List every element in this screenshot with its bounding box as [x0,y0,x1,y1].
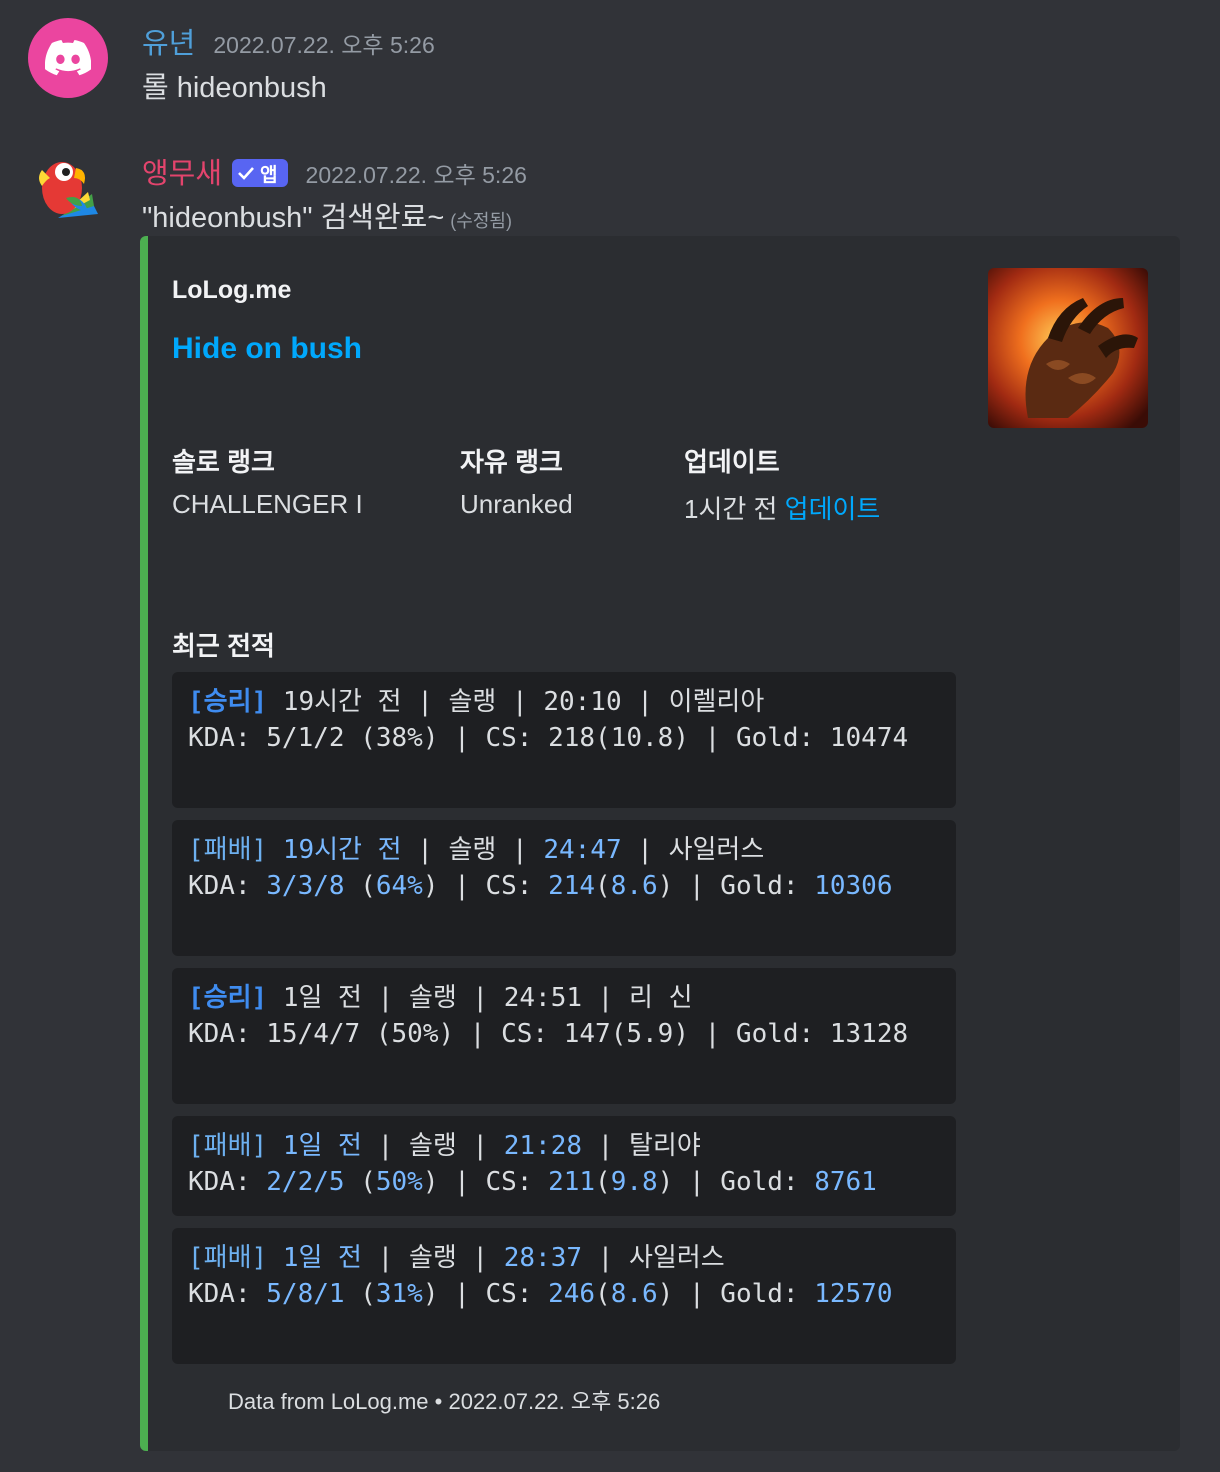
match-time-ago: 1일 전 [282,1243,362,1273]
match-result: [승리] [188,983,268,1013]
discord-avatar[interactable] [28,18,108,98]
match-kda: 5/8/1 [266,1279,345,1309]
champion-claw-icon [988,268,1148,428]
timestamp: 2022.07.22. 오후 5:26 [305,162,527,188]
field-update: 업데이트 1시간 전 업데이트 [684,442,880,526]
timestamp: 2022.07.22. 오후 5:26 [213,32,435,58]
match-kp: 64% [375,871,423,901]
match-time-ago: 1일 전 [282,1131,362,1161]
field-name: 솔로 랭크 [172,447,275,477]
match-kda: 5/1/2 [266,723,345,753]
match-kp: 31% [375,1279,423,1309]
message-1-header: 유년 2022.07.22. 오후 5:26 [142,20,435,62]
match-gold: 10306 [814,871,893,901]
match-kda: 3/3/8 [266,871,345,901]
match-codeblock: [패배] 19시간 전 | 솔랭 | 24:47 | 사일러스 KDA: 3/3… [172,820,956,956]
match-champion: 리 신 [629,983,693,1013]
embed-card: LoLog.me Hide on bush 솔로 랭크 CHALLENGER I… [140,236,1180,1451]
match-cs-per-min: 9.8 [610,1167,658,1197]
update-time: 1시간 전 [684,494,785,524]
recent-matches-title: 최근 전적 [172,631,275,661]
field-value: CHALLENGER I [172,489,363,519]
match-duration: 21:28 [503,1131,583,1161]
field-flex-rank: 자유 랭크 Unranked [460,442,573,520]
match-time-ago: 19시간 전 [282,835,402,865]
embed-footer: Data from LoLog.me • 2022.07.22. 오후 5:26 [228,1389,661,1414]
match-time-ago: 19시간 전 [282,687,402,717]
match-cs: 214 [548,871,596,901]
match-result: [패배] [188,1243,268,1273]
embed-thumbnail[interactable] [988,268,1148,428]
field-value: Unranked [460,489,573,519]
app-badge: 앱 [232,159,288,187]
match-queue: 솔랭 [408,983,457,1013]
message-content: "hideonbush" 검색완료~ (수정됨) [142,194,512,236]
message-2-header: 앵무새 앱 2022.07.22. 오후 5:26 [142,150,527,192]
match-champion: 이렐리아 [668,687,765,717]
match-duration: 24:47 [543,835,622,865]
update-link[interactable]: 업데이트 [785,494,881,524]
embed-title-link[interactable]: Hide on bush [172,332,362,366]
match-gold: 8761 [814,1167,877,1197]
match-gold: 10474 [829,723,909,753]
match-duration: 20:10 [543,687,622,717]
match-gold: 12570 [814,1279,893,1309]
message-text: "hideonbush" 검색완료~ [142,202,445,234]
field-solo-rank: 솔로 랭크 CHALLENGER I [172,442,363,520]
match-codeblock: [승리] 1일 전 | 솔랭 | 24:51 | 리 신 KDA: 15/4/7… [172,968,956,1104]
match-cs: 246 [548,1279,596,1309]
match-gold: 13128 [829,1019,909,1049]
username[interactable]: 유년 [142,20,195,62]
match-time-ago: 1일 전 [282,983,362,1013]
parrot-bot-avatar[interactable] [28,148,108,228]
match-queue: 솔랭 [408,1131,457,1161]
match-duration: 24:51 [503,983,583,1013]
match-codeblock: [패배] 1일 전 | 솔랭 | 28:37 | 사일러스 KDA: 5/8/1… [172,1228,956,1364]
match-codeblock: [승리] 19시간 전 | 솔랭 | 20:10 | 이렐리아 KDA: 5/1… [172,672,956,808]
match-queue: 솔랭 [408,1243,457,1273]
match-result: [패배] [188,835,268,865]
match-result: [패배] [188,1131,268,1161]
match-cs-per-min: 8.6 [610,1279,658,1309]
match-kp: 38% [375,723,423,753]
discord-logo-icon [45,40,91,76]
match-cs: 211 [548,1167,596,1197]
match-duration: 28:37 [503,1243,583,1273]
match-kda: 2/2/5 [266,1167,345,1197]
parrot-icon [39,162,98,218]
match-kda: 15/4/7 [266,1019,361,1049]
app-badge-label: 앱 [260,164,278,186]
match-champion: 사일러스 [629,1243,725,1273]
match-queue: 솔랭 [448,835,497,865]
embed-provider[interactable]: LoLog.me [172,276,291,305]
match-cs-per-min: 10.8 [610,723,674,753]
message-content: 롤 hideonbush [142,72,327,104]
match-cs-per-min: 5.9 [626,1019,674,1049]
match-champion: 탈리야 [629,1131,701,1161]
field-name: 업데이트 [684,447,780,477]
field-value: 1시간 전 업데이트 [684,489,880,526]
field-name: 자유 랭크 [460,447,563,477]
match-champion: 사일러스 [668,835,765,865]
match-result: [승리] [188,687,268,717]
match-cs: 147 [563,1019,611,1049]
match-cs-per-min: 8.6 [610,871,658,901]
match-queue: 솔랭 [448,687,497,717]
edited-label: (수정됨) [450,211,512,231]
match-cs: 218 [548,723,596,753]
match-kp: 50% [391,1019,439,1049]
match-codeblock: [패배] 1일 전 | 솔랭 | 21:28 | 탈리야 KDA: 2/2/5 … [172,1116,956,1216]
match-kp: 50% [375,1167,423,1197]
username[interactable]: 앵무새 [142,150,222,192]
verified-check-icon [238,167,255,180]
